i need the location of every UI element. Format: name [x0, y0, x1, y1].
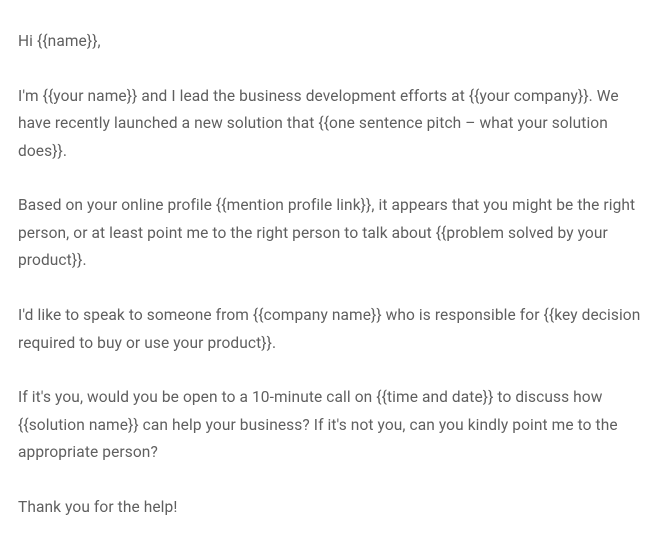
- email-closing: Thank you for the help!: [18, 494, 643, 522]
- email-cta: If it's you, would you be open to a 10-m…: [18, 384, 643, 467]
- email-request: I'd like to speak to someone from {{comp…: [18, 302, 643, 357]
- email-intro: I'm {{your name}} and I lead the busines…: [18, 83, 643, 166]
- email-template: Hi {{name}}, I'm {{your name}} and I lea…: [18, 28, 643, 522]
- email-profile: Based on your online profile {{mention p…: [18, 192, 643, 275]
- email-greeting: Hi {{name}},: [18, 28, 643, 56]
